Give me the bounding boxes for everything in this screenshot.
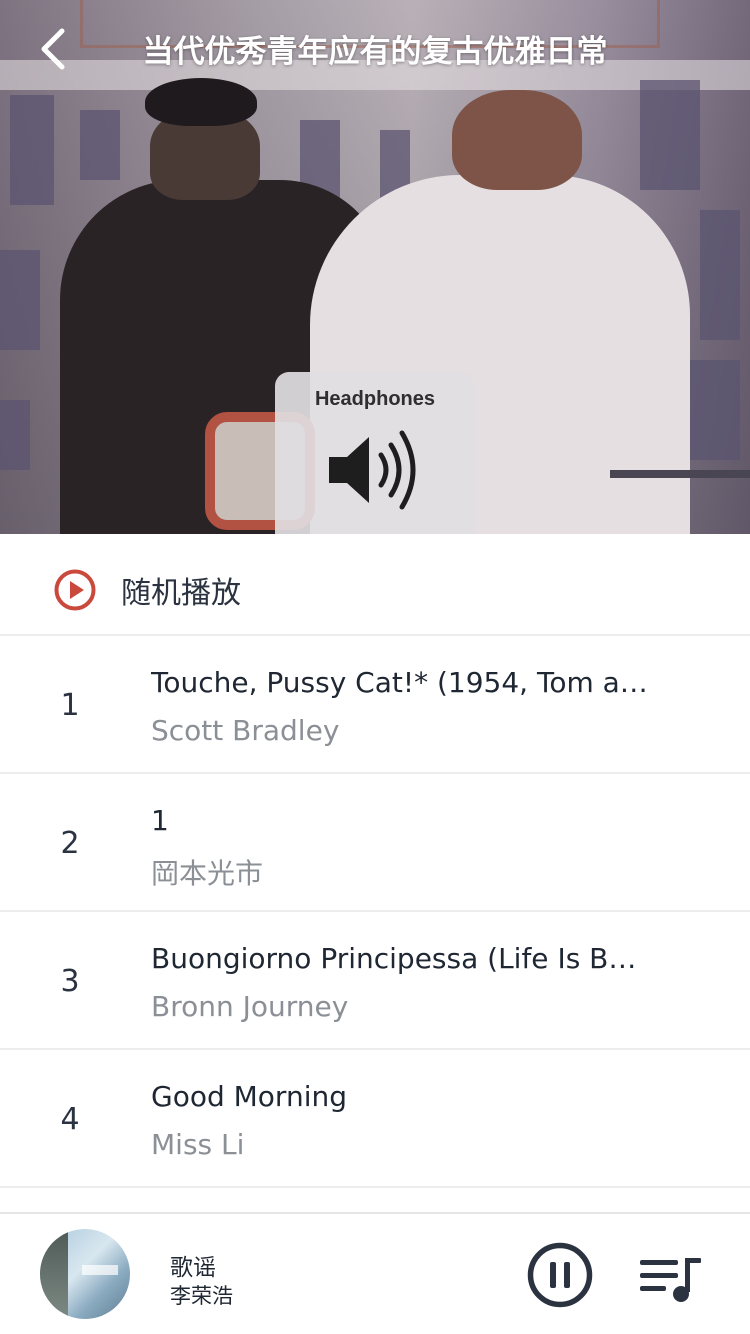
pause-circle-icon (527, 1242, 593, 1308)
song-title: 1 (151, 804, 169, 837)
pause-button[interactable] (527, 1242, 593, 1308)
now-playing-title[interactable]: 歌谣 (170, 1248, 216, 1282)
now-playing-album-art[interactable] (40, 1229, 130, 1319)
playlist-icon (640, 1258, 701, 1302)
song-artist: 岡本光市 (151, 857, 264, 890)
volume-hud-label: Headphones (314, 388, 436, 410)
song-list: 1 Touche, Pussy Cat!* (1954, Tom and Jer… (0, 636, 750, 1188)
song-artist: Miss Li (151, 1128, 245, 1161)
play-circle-icon (54, 569, 96, 611)
song-row[interactable]: 3 Buongiorno Principessa (Life Is Beauti… (0, 912, 750, 1050)
song-artist: Bronn Journey (151, 990, 349, 1023)
shuffle-play-button[interactable]: 随机播放 (0, 534, 750, 636)
song-title: Touche, Pussy Cat!* (1954, Tom and Jerry… (151, 666, 651, 699)
song-title: Buongiorno Principessa (Life Is Beautifu… (151, 942, 651, 975)
volume-hud: Headphones (275, 372, 475, 547)
song-index: 1 (60, 688, 80, 723)
speaker-volume-icon (329, 430, 416, 510)
chevron-left-icon (41, 28, 65, 70)
song-row[interactable]: 4 Good Morning Miss Li (0, 1050, 750, 1188)
mini-player: 歌谣 李荣浩 (0, 1212, 750, 1334)
song-index: 3 (60, 964, 80, 999)
song-row[interactable]: 1 Touche, Pussy Cat!* (1954, Tom and Jer… (0, 636, 750, 774)
page-title: 当代优秀青年应有的复古优雅日常 (142, 34, 608, 70)
song-artist: Scott Bradley (151, 714, 340, 747)
song-row[interactable]: 2 1 岡本光市 (0, 774, 750, 912)
song-index: 2 (60, 826, 80, 861)
playlist-queue-button[interactable] (638, 1254, 704, 1304)
playlist-page: 当代优秀青年应有的复古优雅日常 Headphones 随机播放 1 Touche… (0, 0, 750, 1334)
now-playing-artist[interactable]: 李荣浩 (170, 1280, 233, 1310)
shuffle-play-label: 随机播放 (121, 576, 241, 611)
back-button[interactable] (28, 24, 78, 74)
song-index: 4 (60, 1102, 80, 1137)
song-title: Good Morning (151, 1080, 347, 1113)
